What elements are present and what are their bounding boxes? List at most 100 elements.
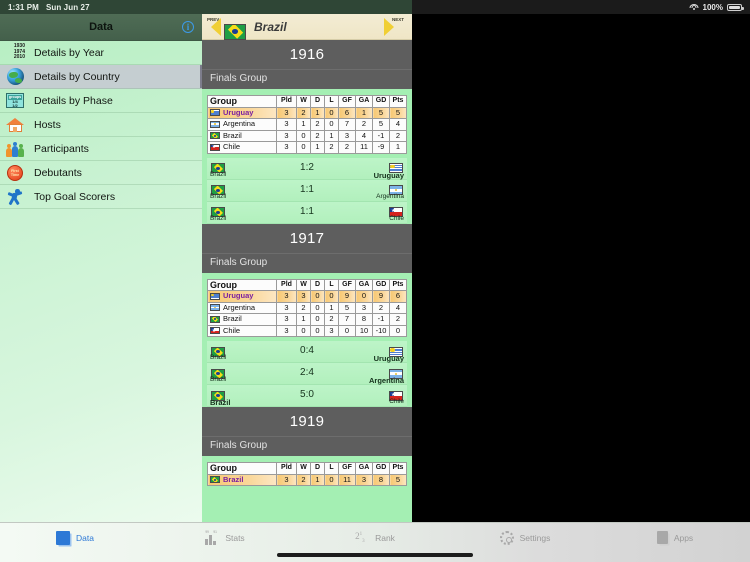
stat-pts: 6 [389, 290, 407, 303]
stat-gd: 5 [372, 106, 390, 119]
match-row[interactable]: Brazil 1:1 Argentina [207, 179, 407, 202]
tab-stats[interactable]: 99 91 Stats [150, 523, 300, 545]
app-root: 1:31 PM Sun Jun 27 100% Data i 1930 1974… [0, 0, 750, 562]
phase-header: Finals Group [202, 69, 412, 89]
tab-settings[interactable]: Settings [450, 523, 600, 545]
sidebar-item-details-by-year[interactable]: 1930 1974 2010 Details by Year [0, 41, 202, 65]
section-body: Group Pld W D L GF GA GD Pts Uruguay 3 2 1 0 6 1 5 5 Argen… [202, 89, 412, 224]
tournament-section: 1919 Finals Group Group Pld W D L GF GA GD Pts Braz… [202, 407, 412, 486]
first-time-icon: First Time [5, 163, 25, 183]
column-header: Group [207, 462, 277, 475]
match-row[interactable]: Brazil 1:1 ★ Chile [207, 201, 407, 224]
stat-pld: 3 [276, 473, 297, 486]
sidebar-item-label: Top Goal Scorers [34, 190, 116, 203]
column-header: Pts [389, 462, 407, 475]
team-cell: ★ Chile [207, 141, 277, 154]
stat-w: 1 [296, 118, 311, 131]
table-row[interactable]: Uruguay 3 3 0 0 9 0 9 6 [207, 290, 407, 303]
column-header: GA [355, 462, 373, 475]
stat-l: 1 [324, 129, 339, 142]
team-cell: Argentina [207, 118, 277, 131]
tab-apps[interactable]: Apps [600, 523, 750, 544]
stat-pts: 1 [389, 141, 407, 154]
match-row[interactable]: Brazil 1:2 Uruguay [207, 157, 407, 180]
column-header: Pld [276, 462, 297, 475]
stat-gf: 6 [338, 106, 356, 119]
match-score: 5:0 [300, 389, 314, 400]
standings-table[interactable]: Group Pld W D L GF GA GD Pts Brazil 3 2 1 0 11 3 8 5 [207, 462, 407, 486]
runner-icon [5, 187, 25, 207]
stat-d: 0 [310, 324, 325, 337]
sidebar-item-top-goal-scorers[interactable]: Top Goal Scorers [0, 185, 202, 209]
tab-rank[interactable]: 213 Rank [300, 523, 450, 545]
match-row[interactable]: Brazil 5:0 ★ Chile [207, 385, 407, 407]
stat-l: 0 [324, 106, 339, 119]
sidebar-item-hosts[interactable]: Hosts [0, 113, 202, 137]
stat-gf: 5 [338, 301, 356, 314]
stat-gd: -1 [372, 313, 390, 326]
stat-pld: 3 [276, 313, 297, 326]
column-header: GA [355, 95, 373, 108]
phase-header: Finals Group [202, 436, 412, 456]
status-bar-left-bg [0, 0, 412, 14]
column-header: Pld [276, 278, 297, 291]
table-row[interactable]: Argentina 3 1 2 0 7 2 5 4 [207, 118, 407, 131]
team-cell: Brazil [207, 129, 277, 142]
match-row[interactable]: Brazil 0:4 Uruguay [207, 341, 407, 363]
team-cell: Uruguay [207, 290, 277, 303]
stat-gd: -10 [372, 324, 390, 337]
match-row[interactable]: Brazil 2:4 Argentina [207, 363, 407, 385]
page-title: Data [89, 21, 113, 33]
flag-uruguay [210, 109, 220, 117]
arrow-left-icon[interactable] [211, 18, 221, 36]
stat-pld: 3 [276, 141, 297, 154]
column-header: GD [372, 462, 390, 475]
country-flag-brazil [224, 23, 246, 40]
sidebar-item-debutants[interactable]: First Time Debutants [0, 161, 202, 185]
column-header: W [296, 462, 311, 475]
table-row[interactable]: Uruguay 3 2 1 0 6 1 5 5 [207, 106, 407, 119]
rank-icon: 213 [355, 531, 365, 544]
stat-gf: 7 [338, 118, 356, 131]
flag-brazil [210, 476, 220, 484]
section-body: Group Pld W D L GF GA GD Pts Uruguay 3 3 0 0 9 0 9 6 Argen… [202, 272, 412, 407]
stat-ga: 10 [355, 324, 373, 337]
sidebar-item-details-by-country[interactable]: Details by Country [0, 65, 202, 89]
sidebar-item-participants[interactable]: Participants [0, 137, 202, 161]
table-row[interactable]: Brazil 3 0 2 1 3 4 -1 2 [207, 129, 407, 142]
standings-table[interactable]: Group Pld W D L GF GA GD Pts Uruguay 3 2 1 0 6 1 5 5 Argen… [207, 95, 407, 154]
country-navigator: PREV Brazil NEXT [202, 14, 412, 40]
arrow-right-icon[interactable] [384, 18, 394, 36]
column-header: D [310, 278, 325, 291]
match-away-team: Uruguay [373, 170, 404, 180]
stat-pts: 4 [389, 118, 407, 131]
stat-d: 0 [310, 290, 325, 303]
table-row[interactable]: Brazil 3 1 0 2 7 8 -1 2 [207, 313, 407, 326]
stat-d: 2 [310, 118, 325, 131]
tab-data[interactable]: Data [0, 523, 150, 545]
column-header: GA [355, 278, 373, 291]
data-icon [56, 531, 71, 545]
stat-pts: 4 [389, 301, 407, 314]
stat-w: 0 [296, 129, 311, 142]
stat-d: 0 [310, 313, 325, 326]
stat-pld: 3 [276, 324, 297, 337]
column-header: GF [338, 95, 356, 108]
stat-ga: 3 [355, 473, 373, 486]
stat-l: 1 [324, 301, 339, 314]
year-header: 1917 [202, 223, 412, 253]
info-button[interactable]: i [182, 21, 194, 33]
table-row[interactable]: ★ Chile 3 0 1 2 2 11 -9 1 [207, 141, 407, 154]
stat-w: 2 [296, 301, 311, 314]
home-indicator[interactable] [277, 553, 473, 557]
sidebar-menu: 1930 1974 2010 Details by Year Details b… [0, 41, 202, 209]
table-row[interactable]: ★ Chile 3 0 0 3 0 10 -10 0 [207, 324, 407, 337]
stat-gf: 2 [338, 141, 356, 154]
tournament-list[interactable]: 1916 Finals Group Group Pld W D L GF GA GD Pts Urug… [202, 40, 412, 522]
globe-icon [5, 67, 25, 87]
table-row[interactable]: Argentina 3 2 0 1 5 3 2 4 [207, 301, 407, 314]
sidebar-item-details-by-phase[interactable]: groups 1/4 1/2 Details by Phase [0, 89, 202, 113]
column-header: L [324, 462, 339, 475]
standings-table[interactable]: Group Pld W D L GF GA GD Pts Uruguay 3 3 0 0 9 0 9 6 Argen… [207, 278, 407, 337]
table-row[interactable]: Brazil 3 2 1 0 11 3 8 5 [207, 473, 407, 486]
